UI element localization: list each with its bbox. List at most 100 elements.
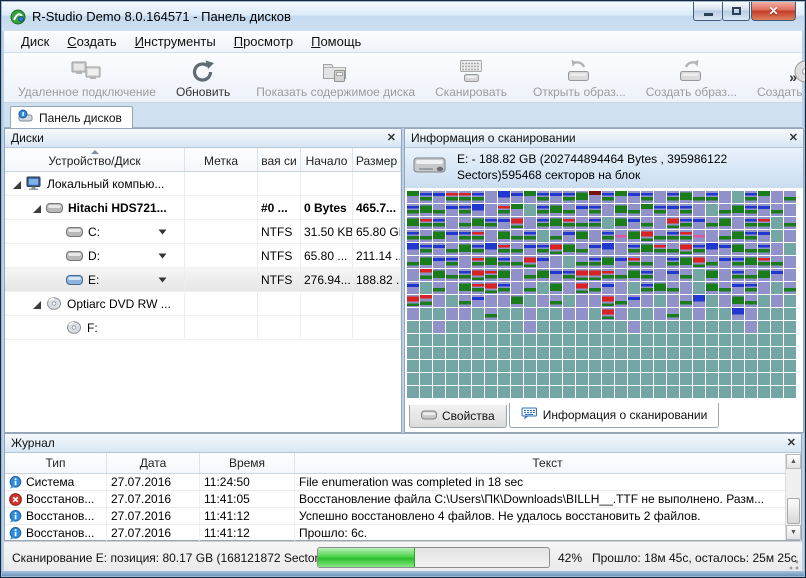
disks-column-header-1[interactable]: Устройство/Диск	[5, 148, 185, 171]
open-image-button[interactable]: Открыть образ...	[523, 56, 636, 101]
scan-block	[602, 308, 614, 320]
scrollbar-thumb[interactable]	[787, 498, 800, 524]
remote-icon	[71, 58, 103, 85]
maximize-button[interactable]	[722, 2, 750, 21]
menu-item-view[interactable]: Просмотр	[225, 31, 302, 52]
scan-block	[576, 230, 588, 242]
tree-expander-icon[interactable]	[32, 203, 42, 213]
scan-block	[732, 360, 744, 372]
log-row-1[interactable]: Система 27.07.2016 11:24:50 File enumeratio…	[5, 474, 801, 491]
scan-block	[641, 295, 653, 307]
scan-button[interactable]: Сканировать	[425, 56, 517, 101]
log-column-header-3[interactable]: Время	[200, 453, 295, 473]
tree-row-volume-e[interactable]: E: NTFS276.94...188.82 ...	[5, 268, 401, 292]
tree-row-optiarc-dvd[interactable]: Optiarc DVD RW ...	[5, 292, 401, 316]
menu-item-create[interactable]: Создать	[58, 31, 125, 52]
tree-row-local-computer[interactable]: Локальный компью...	[5, 172, 401, 196]
disks-column-header-5[interactable]: Размер	[353, 148, 401, 171]
menu-item-disk[interactable]: Диск	[12, 31, 58, 52]
scan-block	[641, 256, 653, 268]
scan-block	[758, 386, 770, 398]
log-row-3[interactable]: Восстанов... 27.07.2016 11:41:12 Успешно во…	[5, 508, 801, 525]
tree-row-volume-d[interactable]: D: NTFS 65.80 ... 211.14 ...	[5, 244, 401, 268]
disks-panel-close-icon[interactable]: ✕	[387, 131, 396, 145]
log-column-header-2[interactable]: Дата	[107, 453, 200, 473]
scan-block	[667, 191, 679, 203]
scan-block	[485, 282, 497, 294]
scan-block	[693, 321, 705, 333]
remote-connection-button[interactable]: Удаленное подключение	[8, 56, 166, 101]
scan-block	[706, 191, 718, 203]
log-column-header-4[interactable]: Текст	[295, 453, 801, 473]
document-tab-strip: Панель дисков	[4, 103, 802, 128]
scan-block	[745, 334, 757, 346]
row-dropdown-icon[interactable]	[158, 253, 167, 259]
tree-row-volume-f[interactable]: F:	[5, 316, 401, 340]
scan-block	[472, 243, 484, 255]
scan-panel-close-icon[interactable]: ✕	[789, 131, 798, 145]
scan-block	[745, 191, 757, 203]
log-row-4[interactable]: Восстанов... 27.07.2016 11:41:12 Прошло: 6с…	[5, 525, 801, 542]
scan-block	[758, 204, 770, 216]
scan-block	[615, 295, 627, 307]
show-disk-content-button[interactable]: Показать содержимое диска	[246, 56, 425, 101]
scan-block	[615, 243, 627, 255]
tree-row-volume-c[interactable]: C: NTFS31.50 KB65.80 GB	[5, 220, 401, 244]
menu-item-tools[interactable]: Инструменты	[126, 31, 225, 52]
tree-row-hitachi-drive[interactable]: Hitachi HDS721... #0 ... 0 Bytes 465.7...	[5, 196, 401, 220]
scan-block	[524, 243, 536, 255]
scan-block	[472, 308, 484, 320]
scan-block	[602, 295, 614, 307]
scrollbar-down-icon[interactable]: ▼	[786, 525, 801, 540]
scan-block	[680, 217, 692, 229]
scan-block	[719, 386, 731, 398]
remote-connection-label: Удаленное подключение	[18, 85, 156, 99]
scan-block	[706, 347, 718, 359]
row-dropdown-icon[interactable]	[158, 229, 167, 235]
scan-block	[641, 282, 653, 294]
scan-block	[550, 321, 562, 333]
menu-item-help[interactable]: Помощь	[302, 31, 370, 52]
toolbar-overflow-chevron[interactable]: »	[789, 69, 797, 85]
disks-column-header-3[interactable]: вая си	[258, 148, 301, 171]
title-bar[interactable]: R-Studio Demo 8.0.164571 - Панель дисков…	[2, 2, 804, 31]
scan-block	[511, 217, 523, 229]
hdd-icon	[66, 226, 83, 238]
scan-block	[732, 230, 744, 242]
minimize-button[interactable]	[693, 2, 722, 21]
scan-block	[537, 295, 549, 307]
disks-column-header-4[interactable]: Начало	[301, 148, 353, 171]
scan-block	[654, 308, 666, 320]
create-image-button[interactable]: Создать образ...	[636, 56, 747, 101]
close-button[interactable]: ✕	[751, 2, 796, 21]
scan-block	[576, 243, 588, 255]
scan-block	[550, 243, 562, 255]
tab-disk-panel[interactable]: Панель дисков	[10, 106, 133, 128]
log-type-cell: Восстанов...	[5, 491, 107, 507]
scrollbar-up-icon[interactable]: ▲	[786, 454, 801, 469]
scan-block	[498, 347, 510, 359]
scan-block	[719, 269, 731, 281]
scan-block	[628, 373, 640, 385]
scan-block	[511, 282, 523, 294]
scan-block	[732, 217, 744, 229]
refresh-button[interactable]: Обновить	[166, 56, 240, 101]
disks-column-header-2[interactable]: Метка	[185, 148, 258, 171]
create-region-button[interactable]: Создать регион...	[747, 56, 805, 101]
log-text-cell: File enumeration was completed in 18 sec	[295, 474, 801, 490]
log-panel-close-icon[interactable]: ✕	[787, 436, 796, 450]
scan-block	[732, 295, 744, 307]
tab-properties[interactable]: Свойства	[409, 405, 507, 428]
app-icon[interactable]	[10, 9, 26, 25]
log-column-header-1[interactable]: Тип	[5, 453, 107, 473]
tree-expander-icon[interactable]	[12, 179, 22, 189]
tab-scan-info[interactable]: Информация о сканировании	[508, 403, 720, 428]
scan-block	[745, 204, 757, 216]
log-row-2[interactable]: Восстанов... 27.07.2016 11:41:05 Восстановл…	[5, 491, 801, 508]
resize-grip[interactable]	[788, 559, 800, 571]
row-dropdown-icon[interactable]	[158, 277, 167, 283]
scan-block	[420, 217, 432, 229]
tree-expander-icon[interactable]	[32, 299, 42, 309]
log-scrollbar[interactable]: ▲ ▼	[785, 454, 801, 540]
